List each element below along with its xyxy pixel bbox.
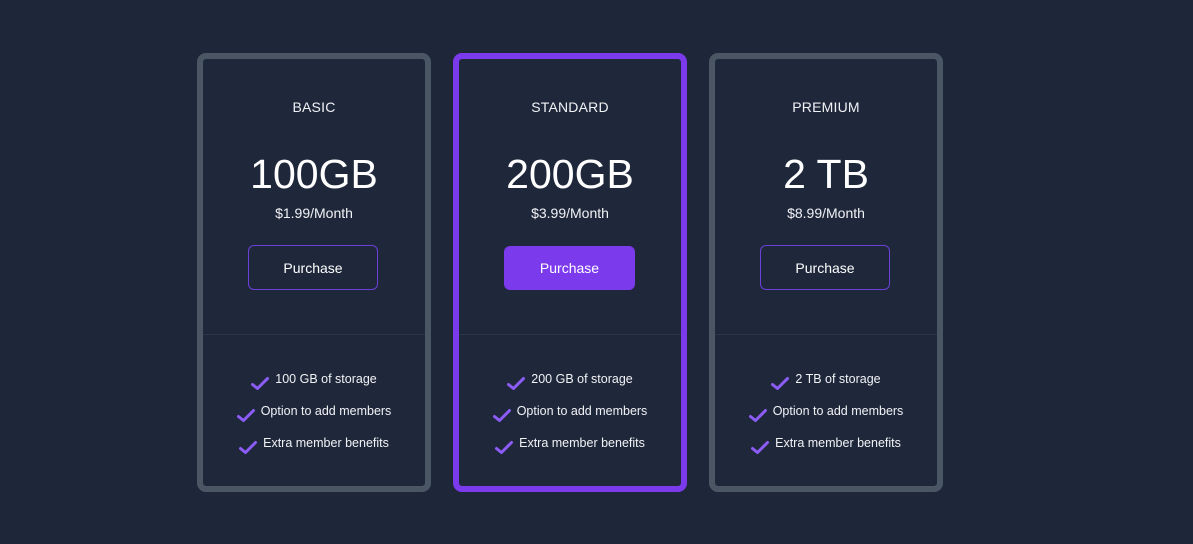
plan-price: $1.99/Month bbox=[275, 205, 353, 221]
card-divider bbox=[203, 334, 425, 335]
plan-price: $8.99/Month bbox=[787, 205, 865, 221]
plan-size: 2 TB bbox=[783, 151, 869, 197]
list-item: Extra member benefits bbox=[715, 427, 937, 459]
check-icon bbox=[748, 408, 767, 422]
plan-card-standard: STANDARD 200GB $3.99/Month Purchase 200 … bbox=[453, 53, 687, 492]
list-item: Extra member benefits bbox=[203, 427, 425, 459]
list-item: Option to add members bbox=[715, 395, 937, 427]
list-item: 2 TB of storage bbox=[715, 363, 937, 395]
plan-size: 100GB bbox=[250, 151, 378, 197]
feature-text: Extra member benefits bbox=[519, 436, 645, 450]
feature-text: 2 TB of storage bbox=[795, 372, 881, 386]
list-item: Extra member benefits bbox=[459, 427, 681, 459]
card-divider bbox=[459, 334, 681, 335]
plan-card-premium: PREMIUM 2 TB $8.99/Month Purchase 2 TB o… bbox=[709, 53, 943, 492]
feature-list: 100 GB of storage Option to add members … bbox=[203, 363, 425, 459]
purchase-button-premium[interactable]: Purchase bbox=[760, 245, 890, 290]
feature-text: Option to add members bbox=[772, 404, 904, 418]
list-item: 100 GB of storage bbox=[203, 363, 425, 395]
plan-price: $3.99/Month bbox=[531, 205, 609, 221]
check-icon bbox=[492, 408, 511, 422]
feature-text: 200 GB of storage bbox=[531, 372, 633, 386]
feature-text: Option to add members bbox=[516, 404, 648, 418]
feature-list: 2 TB of storage Option to add members Ex… bbox=[715, 363, 937, 459]
feature-text: Extra member benefits bbox=[263, 436, 389, 450]
feature-text: 100 GB of storage bbox=[275, 372, 377, 386]
check-icon bbox=[507, 376, 526, 390]
plan-tier: PREMIUM bbox=[792, 99, 860, 115]
check-icon bbox=[771, 376, 790, 390]
pricing-page: BASIC 100GB $1.99/Month Purchase 100 GB … bbox=[0, 0, 1193, 544]
check-icon bbox=[239, 440, 258, 454]
plan-card-basic: BASIC 100GB $1.99/Month Purchase 100 GB … bbox=[197, 53, 431, 492]
list-item: 200 GB of storage bbox=[459, 363, 681, 395]
plan-size: 200GB bbox=[506, 151, 634, 197]
check-icon bbox=[236, 408, 255, 422]
list-item: Option to add members bbox=[459, 395, 681, 427]
card-divider bbox=[715, 334, 937, 335]
feature-text: Extra member benefits bbox=[775, 436, 901, 450]
feature-list: 200 GB of storage Option to add members … bbox=[459, 363, 681, 459]
purchase-button-standard[interactable]: Purchase bbox=[504, 246, 635, 290]
list-item: Option to add members bbox=[203, 395, 425, 427]
check-icon bbox=[751, 440, 770, 454]
plan-tier: BASIC bbox=[292, 99, 336, 115]
check-icon bbox=[251, 376, 270, 390]
purchase-button-basic[interactable]: Purchase bbox=[248, 245, 378, 290]
plan-tier: STANDARD bbox=[531, 99, 609, 115]
check-icon bbox=[495, 440, 514, 454]
feature-text: Option to add members bbox=[260, 404, 392, 418]
